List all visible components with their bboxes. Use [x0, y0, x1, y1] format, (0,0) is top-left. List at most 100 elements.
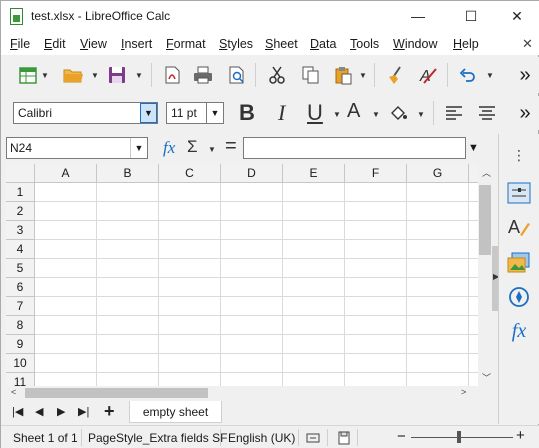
row-header[interactable]: 8: [6, 316, 35, 335]
navigator-icon[interactable]: [504, 283, 534, 311]
zoom-slider-handle[interactable]: [457, 431, 461, 443]
menu-view[interactable]: View: [80, 37, 107, 51]
scroll-right-icon[interactable]: >: [461, 387, 466, 397]
scroll-left-icon[interactable]: <: [11, 387, 16, 397]
last-sheet-icon[interactable]: ▶|: [78, 405, 89, 418]
font-size-box[interactable]: 11 pt ▼: [166, 102, 224, 124]
gallery-icon[interactable]: [504, 249, 534, 277]
bold-button[interactable]: B: [239, 100, 255, 126]
scroll-up-icon[interactable]: ︿: [482, 166, 491, 179]
menu-window[interactable]: Window: [393, 37, 437, 51]
new-spreadsheet-icon[interactable]: [16, 63, 40, 87]
previous-sheet-icon[interactable]: ◀: [35, 405, 43, 418]
font-color-dropdown-icon[interactable]: ▼: [372, 104, 380, 124]
menu-tools[interactable]: Tools: [350, 37, 379, 51]
menu-edit[interactable]: Edit: [44, 37, 66, 51]
name-box-dropdown-icon[interactable]: ▼: [130, 138, 147, 158]
menu-help[interactable]: Help: [453, 37, 479, 51]
undo-dropdown-icon[interactable]: ▼: [486, 65, 494, 85]
close-document-button[interactable]: ✕: [522, 36, 533, 52]
save-dropdown-icon[interactable]: ▼: [135, 65, 143, 85]
menu-file[interactable]: File: [10, 37, 30, 51]
column-header[interactable]: A: [35, 164, 97, 183]
page-style-status[interactable]: PageStyle_Extra fields SF: [88, 431, 227, 445]
zoom-slider-track[interactable]: [411, 437, 513, 438]
print-preview-icon[interactable]: [225, 63, 249, 87]
clear-formatting-icon[interactable]: A: [416, 63, 440, 87]
paste-dropdown-icon[interactable]: ▼: [359, 65, 367, 85]
column-header[interactable]: G: [407, 164, 469, 183]
clone-formatting-icon[interactable]: [384, 63, 408, 87]
name-box[interactable]: N24 ▼: [6, 137, 148, 159]
row-header[interactable]: 11: [6, 373, 35, 386]
vertical-scroll-thumb[interactable]: [479, 185, 491, 255]
align-center-icon[interactable]: [475, 101, 499, 125]
column-header-partial[interactable]: [469, 164, 478, 183]
row-header[interactable]: 7: [6, 297, 35, 316]
column-header[interactable]: F: [345, 164, 407, 183]
copy-icon[interactable]: [298, 63, 322, 87]
paste-icon[interactable]: [331, 63, 355, 87]
select-all-corner[interactable]: [6, 164, 35, 183]
menu-styles[interactable]: Styles: [219, 37, 253, 51]
undo-icon[interactable]: [455, 63, 479, 87]
export-pdf-icon[interactable]: [160, 63, 184, 87]
italic-button[interactable]: I: [278, 100, 285, 126]
zoom-out-button[interactable]: −: [397, 428, 406, 445]
column-header[interactable]: E: [283, 164, 345, 183]
print-icon[interactable]: [191, 63, 215, 87]
scroll-down-icon[interactable]: ﹀: [482, 371, 491, 384]
row-header[interactable]: 1: [6, 183, 35, 202]
column-header[interactable]: B: [97, 164, 159, 183]
menu-insert[interactable]: Insert: [121, 37, 152, 51]
row-header[interactable]: 3: [6, 221, 35, 240]
font-name-box[interactable]: Calibri ▼: [13, 102, 158, 124]
more-tools-icon[interactable]: »: [513, 63, 537, 87]
styles-icon[interactable]: A: [504, 213, 534, 241]
next-sheet-icon[interactable]: ▶: [57, 405, 65, 418]
row-header[interactable]: 9: [6, 335, 35, 354]
row-header[interactable]: 2: [6, 202, 35, 221]
underline-dropdown-icon[interactable]: ▼: [333, 104, 341, 124]
formula-equals-icon[interactable]: =: [225, 135, 237, 158]
column-header[interactable]: D: [221, 164, 283, 183]
menu-format[interactable]: Format: [166, 37, 206, 51]
document-modified-icon[interactable]: [338, 431, 350, 448]
function-wizard-icon[interactable]: fx: [163, 138, 175, 158]
font-color-button[interactable]: A: [347, 100, 360, 123]
maximize-button[interactable]: ☐: [458, 5, 484, 27]
sheet-tab[interactable]: empty sheet: [129, 401, 222, 423]
zoom-in-button[interactable]: +: [516, 427, 525, 444]
sheet-position-status[interactable]: Sheet 1 of 1: [13, 431, 78, 445]
menu-sheet[interactable]: Sheet: [265, 37, 298, 51]
cut-icon[interactable]: [265, 63, 289, 87]
open-dropdown-icon[interactable]: ▼: [91, 65, 99, 85]
horizontal-scroll-thumb[interactable]: [25, 388, 208, 398]
minimize-button[interactable]: —: [405, 5, 431, 27]
font-name-dropdown-icon[interactable]: ▼: [140, 103, 157, 123]
cell-grid[interactable]: A B C D E F G 1 2 3 4 5 6 7 8 9 10 11: [6, 164, 478, 386]
first-sheet-icon[interactable]: |◀: [12, 405, 23, 418]
row-header[interactable]: 4: [6, 240, 35, 259]
more-formatting-icon[interactable]: »: [513, 101, 537, 125]
menu-data[interactable]: Data: [310, 37, 336, 51]
sum-icon[interactable]: Σ: [187, 137, 198, 157]
column-header[interactable]: C: [159, 164, 221, 183]
add-sheet-button[interactable]: +: [104, 401, 115, 422]
sidebar-menu-icon[interactable]: ⋮: [504, 141, 534, 169]
open-folder-icon[interactable]: [61, 63, 85, 87]
properties-icon[interactable]: [504, 179, 534, 207]
save-icon[interactable]: [105, 63, 129, 87]
background-color-dropdown-icon[interactable]: ▼: [417, 104, 425, 124]
row-header[interactable]: 5: [6, 259, 35, 278]
row-header[interactable]: 6: [6, 278, 35, 297]
selection-mode-icon[interactable]: [306, 432, 322, 447]
new-dropdown-icon[interactable]: ▼: [41, 65, 49, 85]
font-size-dropdown-icon[interactable]: ▼: [206, 103, 223, 123]
language-status[interactable]: English (UK): [228, 431, 295, 445]
formula-input[interactable]: [243, 137, 466, 159]
align-left-icon[interactable]: [442, 101, 466, 125]
functions-icon[interactable]: fx: [504, 317, 534, 345]
background-color-icon[interactable]: [386, 101, 410, 125]
close-button[interactable]: ✕: [504, 5, 530, 27]
